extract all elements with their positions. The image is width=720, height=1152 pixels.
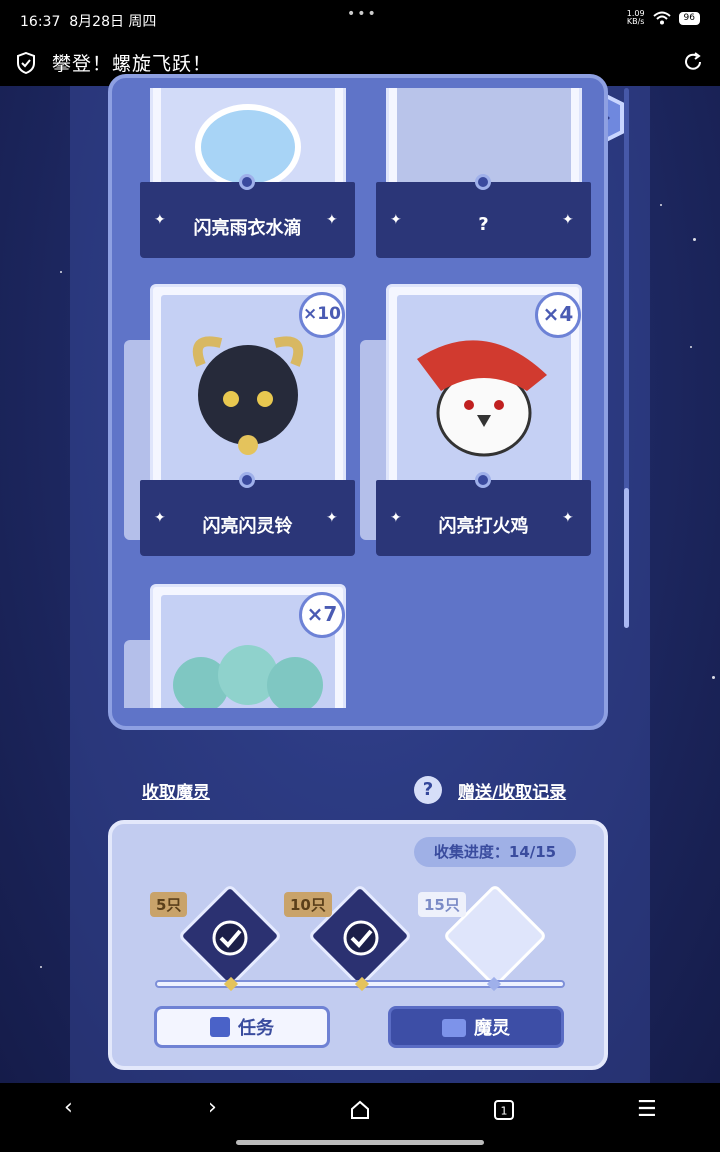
tasks-button[interactable]: 任务	[154, 1006, 330, 1048]
card-grid[interactable]: ✦ ✦ 闪亮雨衣水滴 ✦ ✦ ? ×10 ✦ ✦ 闪亮闪灵铃 ×4 ✦ ✦ 闪亮…	[122, 88, 602, 708]
spirit-card-locked[interactable]: ✦ ✦ ?	[376, 88, 591, 258]
more-dots-icon[interactable]: •••	[347, 6, 378, 22]
milestone-label: 5只	[150, 892, 188, 917]
task-doc-icon	[210, 1017, 230, 1037]
star-decoration	[660, 204, 662, 206]
spirits-button[interactable]: 魔灵	[388, 1006, 564, 1048]
scrollbar-thumb[interactable]	[624, 488, 629, 628]
status-bar: 16:37 8月28日 周四 ••• 1.09 KB/s 96	[0, 0, 720, 38]
gift-record-link[interactable]: 赠送/收取记录	[458, 778, 566, 803]
folder-add-icon	[442, 1019, 466, 1037]
count-badge: ×10	[299, 292, 345, 338]
star-decoration	[712, 676, 715, 679]
collection-panel: ✦ ✦ 闪亮雨衣水滴 ✦ ✦ ? ×10 ✦ ✦ 闪亮闪灵铃 ×4 ✦ ✦ 闪亮…	[108, 74, 608, 730]
spirit-card[interactable]: ×7	[124, 584, 355, 708]
card-name: 闪亮打火鸡	[438, 516, 529, 537]
battery-indicator: 96	[678, 11, 700, 25]
card-name: 闪亮雨衣水滴	[193, 218, 302, 239]
card-name: 闪亮闪灵铃	[202, 516, 293, 537]
spirit-card[interactable]: ×10 ✦ ✦ 闪亮闪灵铃	[124, 284, 355, 556]
network-speed: 1.09 KB/s	[626, 9, 645, 26]
help-icon[interactable]: ?	[414, 776, 442, 804]
refresh-icon[interactable]	[682, 51, 704, 73]
home-nav-icon[interactable]	[349, 1099, 371, 1121]
star-decoration	[40, 966, 42, 968]
star-decoration	[690, 346, 692, 348]
card-name: ?	[478, 214, 489, 235]
back-icon[interactable]: ‹	[64, 1095, 73, 1120]
tabs-icon[interactable]: 1	[493, 1099, 515, 1121]
check-icon	[343, 920, 379, 956]
forward-icon[interactable]: ›	[208, 1095, 217, 1120]
home-indicator[interactable]	[236, 1140, 484, 1145]
status-time: 16:37 8月28日 周四	[20, 14, 157, 30]
collection-progress: 收集进度：14/15	[414, 837, 576, 867]
milestone-label: 15只	[418, 892, 466, 917]
shield-icon[interactable]	[16, 52, 36, 74]
count-badge: ×7	[299, 592, 345, 638]
check-icon	[212, 920, 248, 956]
star-decoration	[60, 271, 62, 273]
milestone-label: 10只	[284, 892, 332, 917]
spirit-card[interactable]: ✦ ✦ 闪亮雨衣水滴	[140, 88, 355, 258]
star-decoration	[693, 238, 696, 241]
page-title: 攀登！螺旋飞跃！	[52, 53, 213, 75]
spirit-card[interactable]: ×4 ✦ ✦ 闪亮打火鸡	[360, 284, 591, 556]
count-badge: ×4	[535, 292, 581, 338]
wifi-icon	[652, 11, 671, 25]
menu-icon[interactable]: ☰	[637, 1097, 657, 1122]
svg-text:1: 1	[501, 1105, 508, 1118]
collect-spirits-link[interactable]: 收取魔灵	[142, 778, 210, 803]
